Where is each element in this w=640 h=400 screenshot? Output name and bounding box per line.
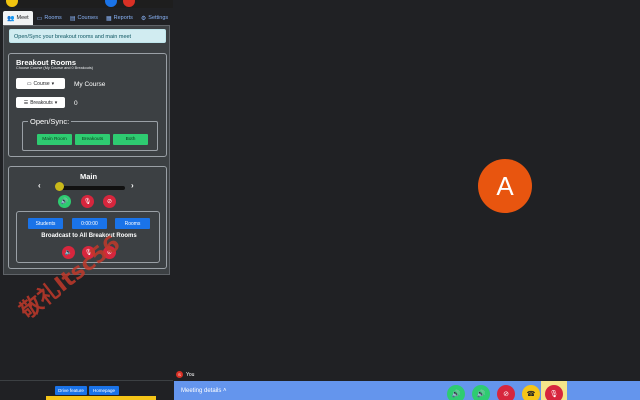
tab-label: Reports bbox=[113, 15, 133, 21]
tab-label: Courses bbox=[77, 15, 98, 21]
blue-dot-icon[interactable] bbox=[105, 0, 117, 7]
red-dot-icon[interactable] bbox=[123, 0, 135, 7]
tab-settings[interactable]: ⚙ Settings bbox=[137, 11, 172, 25]
slider-handle[interactable] bbox=[55, 182, 64, 191]
meeting-stage bbox=[173, 0, 640, 400]
self-tile-label: S You bbox=[176, 371, 194, 378]
rooms-button[interactable]: Rooms bbox=[115, 218, 150, 229]
users-icon: 👥 bbox=[7, 15, 15, 22]
yellow-banner bbox=[46, 396, 156, 400]
participant-avatar: A bbox=[478, 159, 532, 213]
main-title: Main bbox=[79, 172, 98, 181]
course-dropdown[interactable]: ▭ Course ▾ bbox=[16, 78, 65, 89]
both-button[interactable]: Both bbox=[113, 134, 148, 145]
speaker-icon[interactable]: 🔊 bbox=[58, 195, 71, 208]
chevron-left-icon[interactable]: ‹ bbox=[38, 181, 41, 190]
meeting-details-label: Meeting details bbox=[181, 388, 222, 394]
tab-meet[interactable]: 👥 Meet bbox=[3, 11, 33, 25]
meeting-controls-bar: Meeting details ˄ 🔊 🔊 ⊘ ☎ 🎙 bbox=[174, 381, 640, 400]
chevron-up-icon: ˄ bbox=[223, 388, 227, 394]
monitor-icon: ▭ bbox=[36, 15, 43, 22]
volume-slider[interactable] bbox=[58, 186, 125, 190]
main-room-button[interactable]: Main Room bbox=[37, 134, 72, 145]
speaker-icon[interactable]: 🔊 bbox=[447, 385, 465, 400]
meeting-details-button[interactable]: Meeting details ˄ bbox=[181, 388, 227, 394]
tab-bar: 👥 Meet ▭ Rooms ▤ Courses ▦ Reports ⚙ Settings bbox=[3, 11, 170, 25]
open-sync-legend: Open/Sync: bbox=[28, 117, 72, 126]
breakouts-dropdown[interactable]: ☰ Breakouts ▾ bbox=[16, 97, 65, 108]
you-label: You bbox=[186, 371, 195, 378]
students-button[interactable]: Students bbox=[28, 218, 63, 229]
course-name: My Course bbox=[74, 81, 106, 88]
tab-label: Settings bbox=[148, 15, 169, 21]
yellow-dot-icon bbox=[6, 0, 18, 7]
screen: 👥 Meet ▭ Rooms ▤ Courses ▦ Reports ⚙ Settings… bbox=[0, 0, 640, 400]
list-icon: ☰ bbox=[23, 99, 29, 106]
timer-button[interactable]: 0:00:00 bbox=[72, 218, 107, 229]
breakouts-count: 0 bbox=[74, 100, 78, 107]
tab-label: Rooms bbox=[44, 15, 62, 21]
course-dropdown-label: Course bbox=[33, 80, 50, 87]
folder-icon: ▤ bbox=[69, 15, 76, 22]
breakouts-dropdown-label: Breakouts bbox=[30, 99, 53, 106]
tab-label: Meet bbox=[16, 15, 29, 21]
tab-reports[interactable]: ▦ Reports bbox=[102, 11, 137, 25]
speaker-icon[interactable]: 🔊 bbox=[472, 385, 490, 400]
mic-off-icon[interactable]: 🎙 bbox=[81, 195, 94, 208]
breakout-subtitle: Choose Course (My Course and 0 Breakouts… bbox=[16, 66, 94, 70]
self-avatar: S bbox=[176, 371, 183, 378]
gear-icon: ⚙ bbox=[140, 15, 147, 22]
mic-off-icon[interactable]: 🎙 bbox=[545, 385, 563, 400]
breakout-card: Breakout Rooms Choose Course (My Course … bbox=[8, 53, 167, 157]
extension-footer: Drive feature Homepage bbox=[0, 380, 173, 400]
homepage-button[interactable]: Homepage bbox=[89, 386, 119, 395]
extension-panel: 👥 Meet ▭ Rooms ▤ Courses ▦ Reports ⚙ Settings… bbox=[0, 0, 173, 400]
camera-off-icon[interactable]: ⊘ bbox=[497, 385, 515, 400]
caret-down-icon: ▾ bbox=[51, 80, 55, 87]
hangup-icon[interactable]: ☎ bbox=[522, 385, 540, 400]
document-icon: ▦ bbox=[105, 15, 112, 22]
chevron-right-icon[interactable]: › bbox=[131, 181, 134, 190]
chalkboard-icon: ▭ bbox=[26, 80, 32, 87]
drive-feature-button[interactable]: Drive feature bbox=[55, 386, 87, 395]
breakouts-button[interactable]: Breakouts bbox=[75, 134, 110, 145]
tab-courses[interactable]: ▤ Courses bbox=[66, 11, 102, 25]
camera-off-icon[interactable]: ⊘ bbox=[103, 195, 116, 208]
tab-rooms[interactable]: ▭ Rooms bbox=[33, 11, 66, 25]
info-alert: Open/Sync your breakout rooms and main m… bbox=[9, 29, 166, 43]
top-strip bbox=[0, 0, 173, 8]
meet-panel: Open/Sync your breakout rooms and main m… bbox=[3, 25, 170, 275]
caret-down-icon: ▾ bbox=[54, 99, 58, 106]
